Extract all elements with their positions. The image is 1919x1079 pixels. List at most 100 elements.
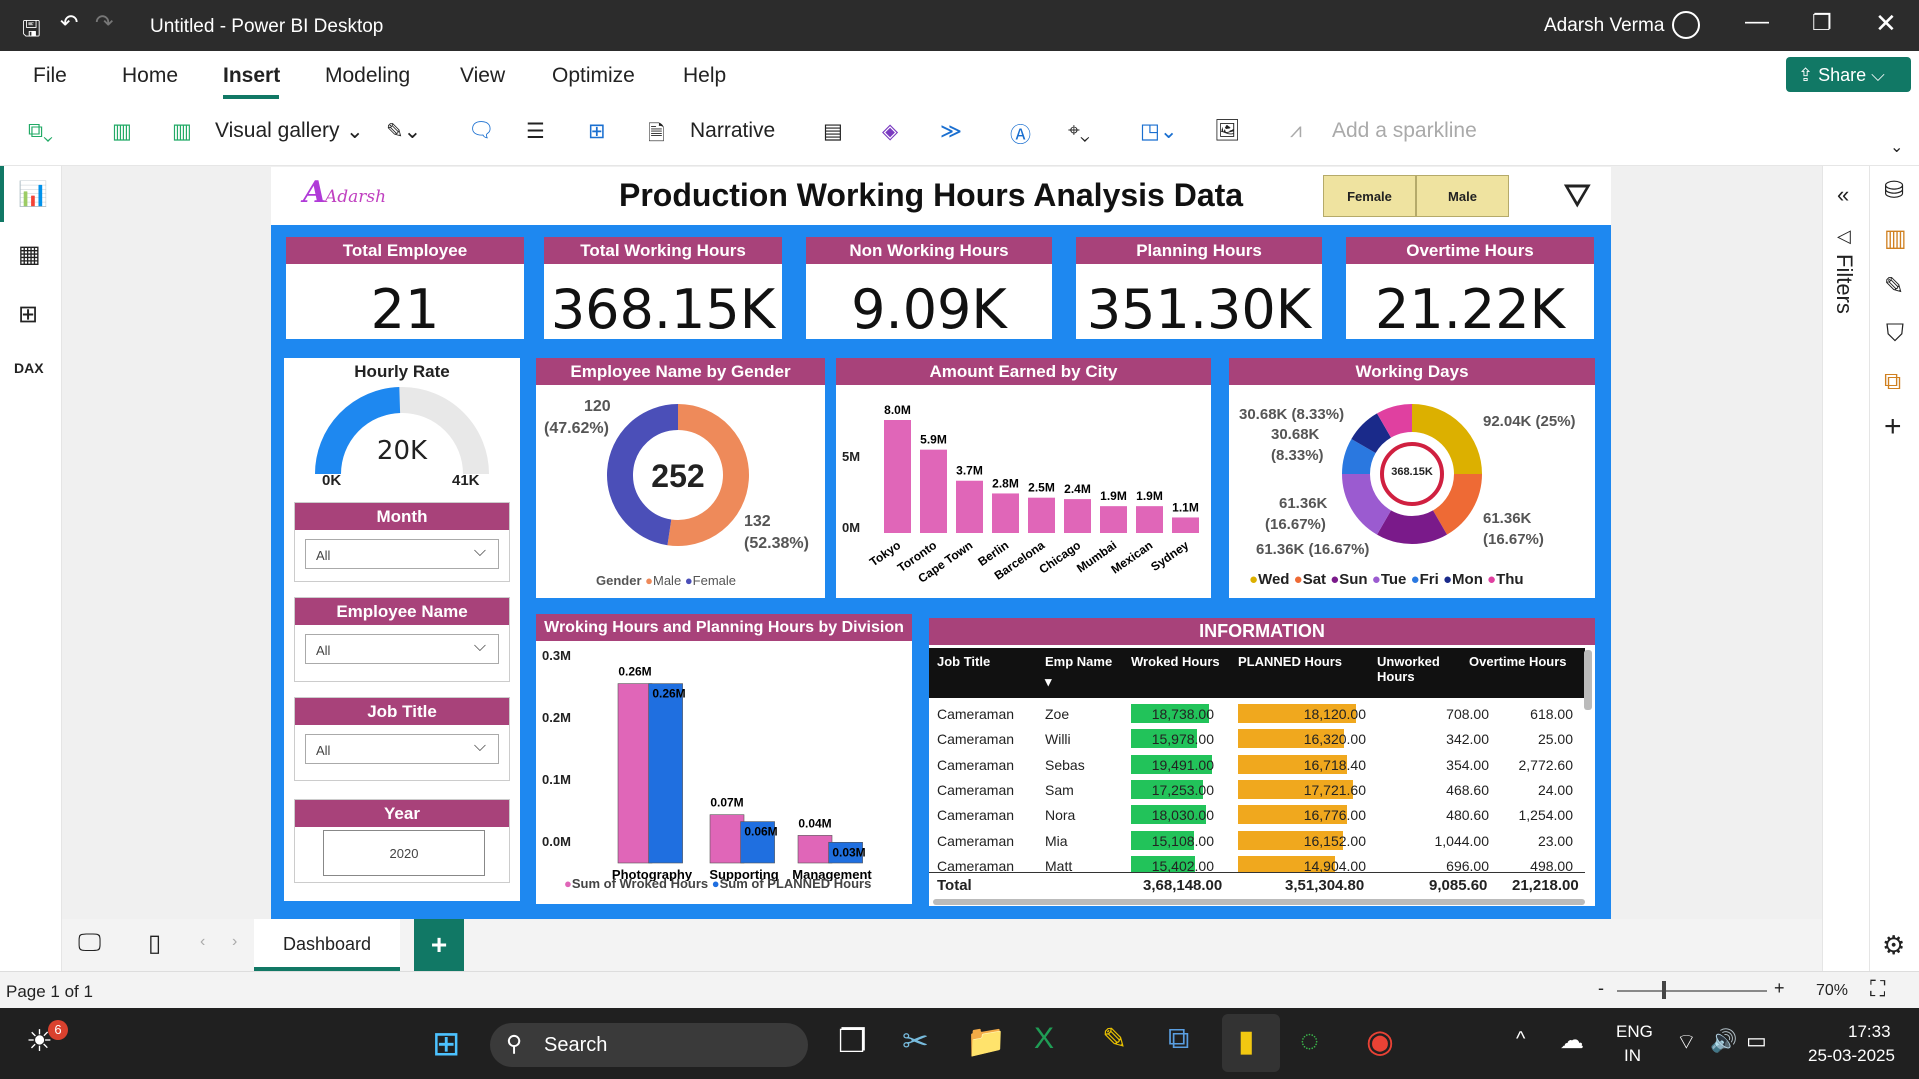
image-icon[interactable]: 🖼 — [1214, 119, 1241, 143]
bar-toronto[interactable] — [920, 449, 947, 533]
excel-icon[interactable]: X — [1034, 1022, 1054, 1056]
collapse-ribbon-icon[interactable]: ⌄ — [1890, 137, 1903, 157]
bar-photography-worked[interactable] — [617, 683, 653, 864]
battery-icon[interactable]: ▭ — [1746, 1028, 1767, 1054]
tab-help[interactable]: Help — [683, 64, 726, 88]
power-automate-icon[interactable]: ≫ — [940, 119, 962, 144]
col-emp-name[interactable]: Emp Name — [1045, 654, 1112, 669]
dax-view-icon[interactable]: DAX — [14, 360, 44, 376]
decomposition-icon[interactable]: ⊞ — [588, 119, 606, 144]
save-icon[interactable]: 🖫 — [22, 12, 41, 50]
visual-gallery-button[interactable]: Visual gallery — [215, 119, 340, 143]
language-line2[interactable]: IN — [1624, 1046, 1641, 1066]
minimize-icon[interactable]: — — [1745, 8, 1769, 36]
bar-mexican[interactable] — [1136, 506, 1163, 533]
male-button[interactable]: Male — [1416, 175, 1509, 217]
clock-date[interactable]: 25-03-2025 — [1808, 1046, 1895, 1066]
next-page-icon[interactable]: › — [232, 933, 237, 951]
employee-dropdown[interactable]: All ⌵ — [305, 634, 499, 664]
bar-cape-town[interactable] — [956, 480, 983, 533]
table-row[interactable]: Cameraman Sebas 19,491.00 16,718.40 354.00 2,… — [929, 752, 1585, 777]
year-input[interactable]: 2020 — [323, 830, 485, 876]
wifi-icon[interactable]: ⌔ — [1676, 1028, 1697, 1056]
model-view-icon[interactable]: ⊞ — [18, 300, 38, 329]
data-icon[interactable]: ⛁ — [1884, 176, 1904, 205]
snipping-icon[interactable]: ✂ — [902, 1022, 929, 1060]
paginated-icon[interactable]: ▤ — [823, 119, 843, 144]
restore-icon[interactable]: ❐ — [1812, 10, 1832, 36]
bar-berlin[interactable] — [992, 493, 1019, 533]
comment-icon[interactable]: 🗨 — [468, 119, 495, 143]
app-icon-2[interactable]: ⧉ — [1168, 1022, 1189, 1056]
power-apps-icon[interactable]: ◈ — [882, 119, 898, 144]
slice-sun[interactable] — [1377, 510, 1447, 544]
col-overtime-hours[interactable]: Overtime Hours — [1469, 654, 1567, 669]
slice-thu[interactable] — [1377, 404, 1413, 438]
sort-desc-icon[interactable]: ▾ — [1045, 674, 1052, 690]
col-job-title[interactable]: Job Title — [937, 654, 990, 669]
tab-view[interactable]: View — [460, 64, 505, 88]
chrome-icon[interactable]: ◉ — [1366, 1022, 1394, 1060]
bookmark-icon[interactable]: ⛉ — [1886, 320, 1904, 348]
redo-icon[interactable]: ↷ — [95, 10, 113, 36]
narrative-button[interactable]: Narrative — [690, 119, 775, 143]
taskbar-search[interactable]: ⚲ Search — [490, 1023, 808, 1067]
shapes-icon[interactable]: ◳⌄ — [1140, 119, 1177, 144]
slice-tue[interactable] — [1342, 473, 1392, 535]
tab-insert[interactable]: Insert — [223, 64, 280, 88]
col-unworked-hours[interactable]: Unworked Hours — [1377, 654, 1447, 684]
tab-modeling[interactable]: Modeling — [325, 64, 410, 88]
language-line1[interactable]: ENG — [1616, 1022, 1653, 1042]
bar-visual-icon[interactable]: ▥ — [112, 119, 132, 144]
add-page-button[interactable]: + — [414, 919, 464, 971]
app-icon[interactable]: ✎ — [1102, 1022, 1127, 1057]
format-pane-icon[interactable]: ✎ — [1884, 272, 1904, 301]
slice-sat[interactable] — [1432, 473, 1482, 535]
table-row[interactable]: Cameraman Mia 15,108.00 16,152.00 1,044.00 23… — [929, 828, 1585, 853]
visualizations-icon[interactable]: ▥ — [1884, 224, 1907, 253]
mobile-layout-icon[interactable]: ▯ — [148, 929, 161, 958]
qa-icon[interactable]: ☰ — [526, 119, 545, 144]
prev-page-icon[interactable]: ‹ — [200, 933, 205, 951]
volume-icon[interactable]: 🔊 — [1710, 1028, 1737, 1054]
female-button[interactable]: Female — [1323, 175, 1416, 217]
bar-tokyo[interactable] — [884, 420, 911, 533]
table-view-icon[interactable]: ▦ — [18, 240, 41, 269]
filters-label[interactable]: Filters — [1831, 254, 1857, 314]
zoom-thumb[interactable] — [1662, 981, 1666, 999]
table-row[interactable]: Cameraman Nora 18,030.00 16,776.00 480.60 1,2… — [929, 802, 1585, 827]
app-icon-3[interactable]: ◌ — [1300, 1022, 1319, 1059]
tab-optimize[interactable]: Optimize — [552, 64, 635, 88]
table-row[interactable]: Cameraman Sam 17,253.00 17,721.60 468.60 24.0… — [929, 777, 1585, 802]
report-view-icon[interactable]: 📊 — [18, 180, 48, 209]
tab-home[interactable]: Home — [122, 64, 178, 88]
month-dropdown[interactable]: All ⌵ — [305, 539, 499, 569]
bar-barcelona[interactable] — [1028, 497, 1055, 533]
fit-page-icon[interactable]: ⛶ — [1870, 976, 1885, 1002]
table-hscrollbar[interactable] — [933, 899, 1585, 905]
bar-sydney[interactable] — [1172, 517, 1199, 533]
bar-mumbai[interactable] — [1100, 506, 1127, 533]
col-planned-hours[interactable]: PLANNED Hours — [1238, 654, 1342, 669]
visual-gallery-icon[interactable]: ▥ — [172, 119, 192, 144]
cloud-icon[interactable]: ☁ — [1560, 1026, 1584, 1055]
avatar[interactable] — [1672, 11, 1700, 39]
desktop-layout-icon[interactable]: 🖵 — [78, 929, 101, 957]
share-button[interactable]: ⇪ Share ⌵ — [1786, 57, 1911, 92]
zoom-in-icon[interactable]: + — [1774, 978, 1785, 999]
bar-management-worked[interactable] — [797, 835, 833, 864]
zoom-slider[interactable] — [1617, 990, 1767, 992]
file-explorer-icon[interactable]: 📁 — [966, 1022, 1006, 1060]
narrative-icon[interactable]: 🗎 — [648, 119, 665, 154]
close-icon[interactable]: ✕ — [1875, 8, 1897, 39]
selection-icon[interactable]: ⧉ — [1884, 368, 1901, 396]
filter-funnel-icon[interactable]: ◁ — [1837, 226, 1851, 247]
chevron-down-icon[interactable]: ⌄ — [346, 119, 364, 144]
slice-mon[interactable] — [1351, 413, 1392, 454]
zoom-out-icon[interactable]: - — [1598, 978, 1604, 999]
buttons-icon[interactable]: ⌖⌄ — [1068, 119, 1090, 143]
clear-filter-icon[interactable]: ⛛ — [1563, 177, 1592, 216]
add-pane-icon[interactable]: + — [1884, 410, 1902, 444]
tab-file[interactable]: File — [33, 64, 67, 88]
clock-time[interactable]: 17:33 — [1848, 1022, 1891, 1042]
